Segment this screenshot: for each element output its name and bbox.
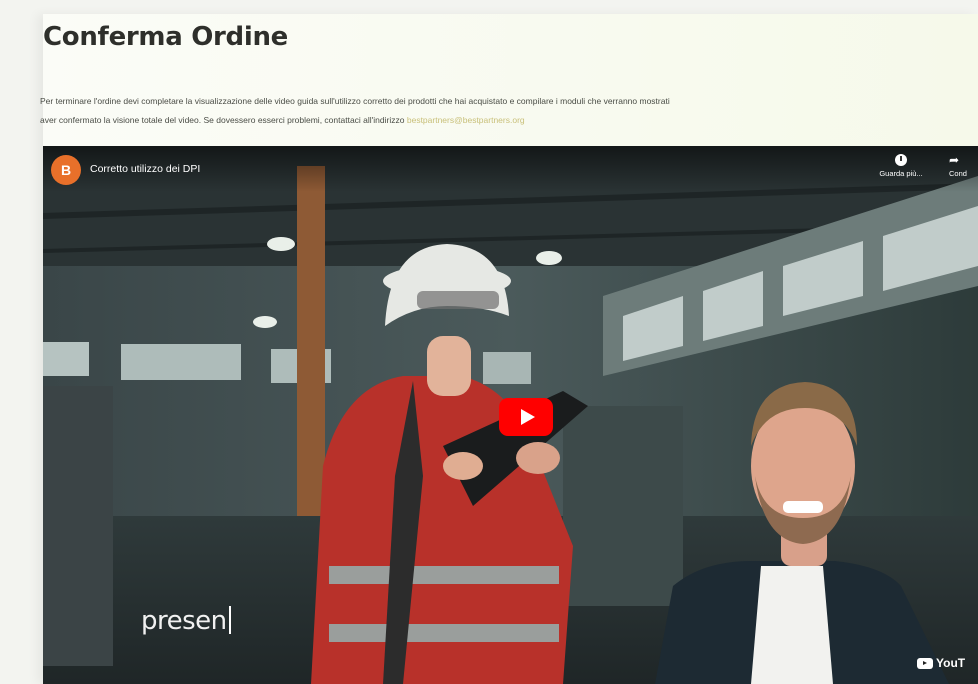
watch-later-button[interactable]: Guarda più... [871, 154, 931, 178]
share-button[interactable]: ➦ Cond [949, 154, 978, 178]
video-caption: presen [141, 606, 231, 636]
instructions-line-1: Per terminare l'ordine devi completare l… [40, 96, 670, 106]
share-icon: ➦ [949, 153, 960, 167]
page-title: Conferma Ordine [43, 22, 289, 52]
youtube-logo[interactable]: YouT [917, 656, 965, 670]
instructions-line-2: aver confermato la visione totale del vi… [40, 111, 978, 130]
channel-avatar[interactable]: B [51, 155, 81, 185]
share-label: Cond [949, 169, 967, 178]
youtube-logo-text: YouT [936, 656, 966, 670]
contact-email-link[interactable]: bestpartners@bestpartners.org [407, 115, 525, 125]
youtube-icon [917, 657, 933, 669]
video-title[interactable]: Corretto utilizzo dei DPI [90, 163, 200, 175]
instructions-text: aver confermato la visione totale del vi… [40, 115, 405, 125]
clock-icon [895, 154, 907, 166]
video-top-bar: B Corretto utilizzo dei DPI Guarda più..… [43, 146, 978, 192]
watch-later-label: Guarda più... [879, 169, 923, 178]
play-button[interactable] [499, 398, 553, 436]
video-player[interactable]: B Corretto utilizzo dei DPI Guarda più..… [43, 146, 978, 684]
order-instructions: Per terminare l'ordine devi completare l… [40, 92, 978, 130]
